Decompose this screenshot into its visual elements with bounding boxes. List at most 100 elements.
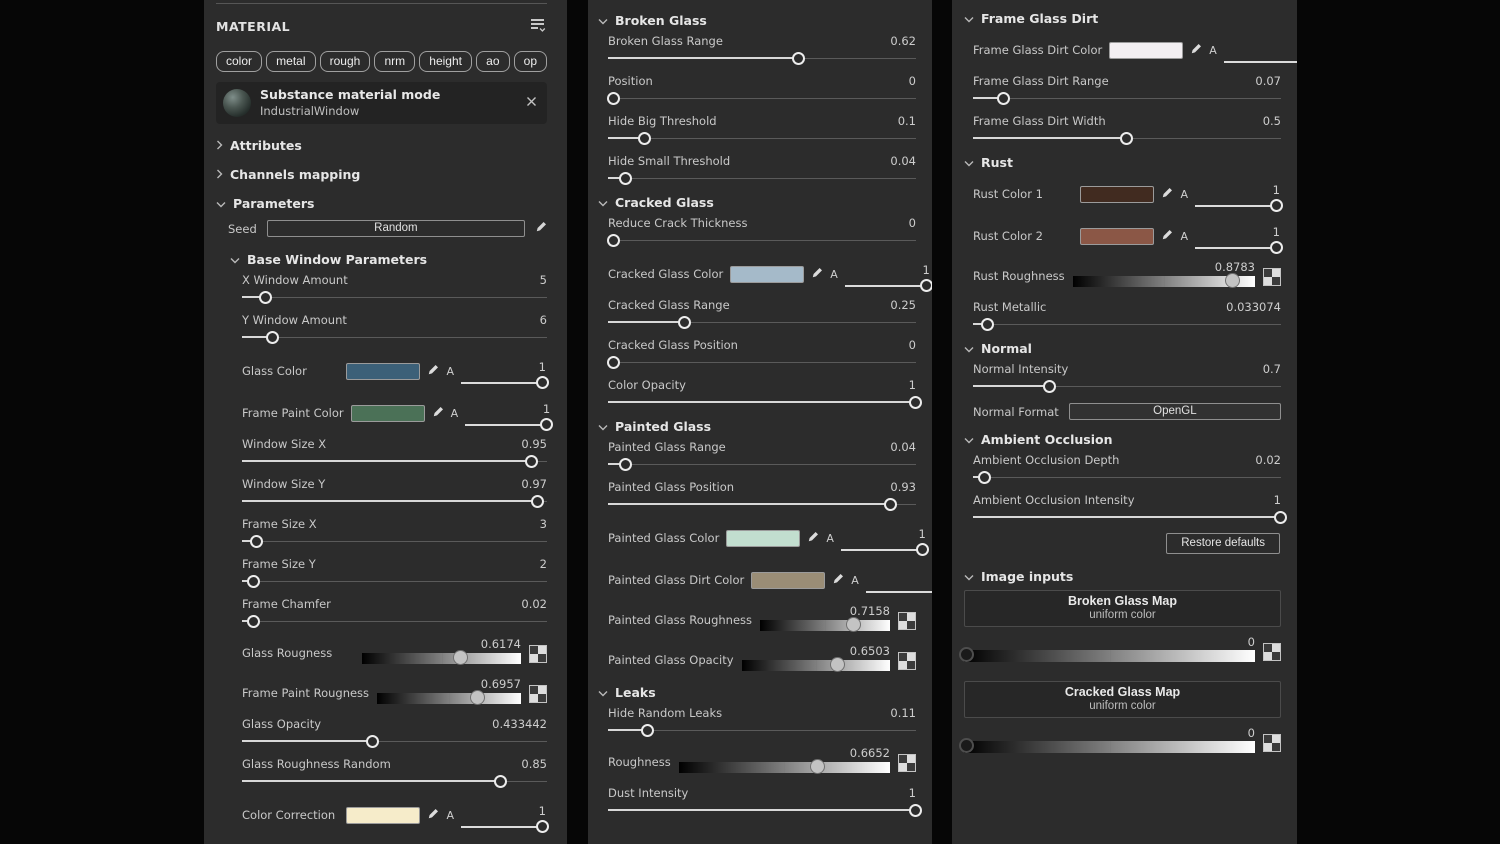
slider-handle[interactable]: [791, 52, 805, 65]
eyedropper-icon[interactable]: [427, 808, 439, 823]
eyedropper-icon[interactable]: [1190, 43, 1202, 58]
slider-handle[interactable]: [619, 458, 633, 471]
image-input-icon[interactable]: [1263, 268, 1281, 286]
image-input-icon[interactable]: [1263, 734, 1281, 752]
alpha-slider[interactable]: 1: [461, 360, 549, 392]
color-swatch[interactable]: [730, 265, 805, 283]
slider-handle[interactable]: [607, 234, 621, 247]
pencil-icon[interactable]: [535, 221, 547, 236]
gradient-track[interactable]: [1072, 273, 1255, 288]
channel-button-ao[interactable]: ao: [476, 51, 510, 72]
close-icon[interactable]: [526, 96, 537, 110]
section-channels-mapping[interactable]: Channels mapping: [216, 166, 547, 182]
slider-track[interactable]: [607, 92, 916, 105]
section-frame-glass-dirt[interactable]: Frame Glass Dirt: [964, 10, 1281, 26]
slider-handle[interactable]: [524, 455, 538, 468]
color-swatch[interactable]: [1080, 227, 1155, 245]
slider-handle[interactable]: [265, 331, 279, 344]
channel-button-rough[interactable]: rough: [319, 51, 371, 72]
section-image-inputs[interactable]: Image inputs: [964, 568, 1281, 584]
eyedropper-icon[interactable]: [1161, 187, 1173, 202]
alpha-slider[interactable]: 1: [1195, 183, 1283, 215]
section-leaks[interactable]: Leaks: [598, 684, 916, 700]
eyedropper-icon[interactable]: [807, 531, 819, 546]
substance-material-mode-card[interactable]: Substance material mode IndustrialWindow: [216, 82, 547, 124]
slider-track[interactable]: [242, 455, 547, 468]
channel-button-nrm[interactable]: nrm: [374, 51, 416, 72]
eyedropper-icon[interactable]: [832, 573, 844, 588]
gradient-handle[interactable]: [958, 647, 974, 662]
slider-track[interactable]: [973, 511, 1287, 524]
gradient-handle[interactable]: [845, 617, 861, 632]
slider-track[interactable]: [242, 331, 547, 344]
slider-handle[interactable]: [366, 735, 380, 748]
gradient-handle[interactable]: [1225, 273, 1241, 288]
image-input-icon[interactable]: [529, 645, 547, 663]
slider-track[interactable]: [608, 172, 916, 185]
channel-button-op[interactable]: op: [513, 51, 547, 72]
slider-track[interactable]: [973, 380, 1281, 393]
slider-handle[interactable]: [978, 471, 992, 484]
slider-track[interactable]: [973, 471, 1281, 484]
channel-button-color[interactable]: color: [216, 51, 263, 72]
gradient-handle[interactable]: [452, 650, 468, 665]
list-menu-icon[interactable]: [530, 18, 547, 35]
image-input-icon[interactable]: [898, 612, 916, 630]
slider-handle[interactable]: [494, 775, 508, 788]
slider-track[interactable]: [608, 316, 916, 329]
slider-track[interactable]: [608, 724, 916, 737]
slider-handle[interactable]: [259, 291, 273, 304]
slider-handle[interactable]: [247, 575, 261, 588]
slider-handle[interactable]: [247, 615, 261, 628]
slider-track[interactable]: [973, 318, 1281, 331]
slider-handle[interactable]: [1120, 132, 1133, 145]
channel-button-height[interactable]: height: [419, 51, 472, 72]
color-swatch[interactable]: [751, 571, 826, 589]
alpha-slider[interactable]: 1: [461, 804, 549, 836]
color-swatch[interactable]: [726, 529, 801, 547]
slider-track[interactable]: [608, 132, 916, 145]
color-swatch[interactable]: [1080, 185, 1155, 203]
gradient-handle[interactable]: [469, 690, 485, 705]
slider-track[interactable]: [973, 132, 1281, 145]
slider-track[interactable]: [242, 775, 547, 788]
restore-defaults-button[interactable]: Restore defaults: [1166, 533, 1280, 554]
gradient-track[interactable]: [678, 759, 890, 774]
alpha-handle[interactable]: [536, 376, 549, 389]
slider-handle[interactable]: [530, 495, 544, 508]
alpha-handle[interactable]: [540, 418, 554, 431]
section-normal[interactable]: Normal: [964, 340, 1281, 356]
eyedropper-icon[interactable]: [427, 364, 439, 379]
alpha-slider[interactable]: 1: [1195, 225, 1283, 257]
gradient-track[interactable]: [741, 657, 890, 672]
gradient-handle[interactable]: [830, 657, 846, 672]
slider-handle[interactable]: [996, 92, 1010, 105]
seed-random-button[interactable]: Random: [266, 220, 525, 237]
slider-track[interactable]: [607, 234, 916, 247]
eyedropper-icon[interactable]: [811, 267, 823, 282]
gradient-track[interactable]: [760, 617, 890, 632]
section-attributes[interactable]: Attributes: [216, 137, 547, 153]
alpha-slider[interactable]: 1: [465, 402, 554, 434]
alpha-slider[interactable]: 1: [840, 527, 929, 559]
slider-track[interactable]: [242, 575, 547, 588]
slider-handle[interactable]: [678, 316, 691, 329]
section-base-window-parameters[interactable]: Base Window Parameters: [230, 251, 547, 267]
alpha-slider[interactable]: 1: [865, 569, 932, 601]
slider-track[interactable]: [242, 615, 547, 628]
color-swatch[interactable]: [350, 404, 425, 422]
slider-handle[interactable]: [909, 804, 922, 817]
slider-track[interactable]: [608, 52, 916, 65]
slider-track[interactable]: [242, 735, 547, 748]
alpha-slider[interactable]: 1: [1223, 39, 1297, 71]
slider-handle[interactable]: [1274, 511, 1287, 524]
slider-handle[interactable]: [641, 724, 655, 737]
slider-track[interactable]: [608, 804, 922, 817]
cracked-glass-map-button[interactable]: Cracked Glass Map uniform color: [964, 681, 1281, 718]
slider-track[interactable]: [607, 356, 916, 369]
slider-track[interactable]: [242, 535, 547, 548]
slider-track[interactable]: [973, 92, 1281, 105]
alpha-handle[interactable]: [536, 820, 549, 833]
alpha-handle[interactable]: [915, 543, 929, 556]
alpha-slider[interactable]: 1: [844, 263, 932, 295]
